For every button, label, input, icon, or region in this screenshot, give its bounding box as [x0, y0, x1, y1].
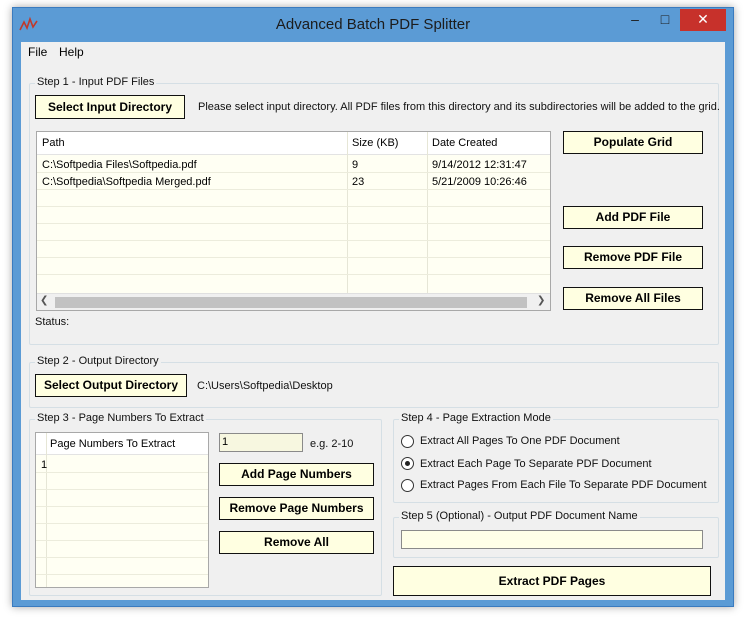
grid-header: Path Size (KB) Date Created	[37, 132, 550, 155]
page-number-value: 1	[41, 459, 48, 471]
grid-header: Page Numbers To Extract	[36, 433, 208, 455]
cell-path: C:\Softpedia\Softpedia Merged.pdf	[42, 176, 211, 188]
populate-grid-button[interactable]: Populate Grid	[563, 131, 703, 154]
column-header-size[interactable]: Size (KB)	[352, 137, 398, 149]
page-number-example: e.g. 2-10	[310, 438, 354, 450]
add-page-numbers-button[interactable]: Add Page Numbers	[219, 463, 374, 486]
cell-size: 9	[352, 159, 359, 171]
page-number-input[interactable]: 1	[219, 433, 303, 452]
input-directory-hint: Please select input directory. All PDF f…	[198, 101, 720, 113]
close-icon[interactable]: ✕	[680, 9, 726, 31]
radio-all-pages-one-doc[interactable]	[401, 435, 414, 448]
remove-all-files-button[interactable]: Remove All Files	[563, 287, 703, 310]
step5-title: Step 5 (Optional) - Output PDF Document …	[399, 510, 640, 522]
minimize-icon[interactable]: –	[620, 9, 650, 31]
select-input-directory-button[interactable]: Select Input Directory	[35, 95, 185, 119]
radio-each-file-separate[interactable]	[401, 479, 414, 492]
cell-date: 9/14/2012 12:31:47	[432, 159, 527, 171]
option-each-page-separate[interactable]: Extract Each Page To Separate PDF Docume…	[420, 458, 652, 470]
grid-horizontal-scrollbar[interactable]: ❮ ❯	[37, 293, 550, 310]
step1-title: Step 1 - Input PDF Files	[35, 76, 157, 88]
option-each-file-separate[interactable]: Extract Pages From Each File To Separate…	[420, 479, 707, 491]
page-numbers-grid[interactable]: Page Numbers To Extract 1	[35, 432, 209, 588]
column-header-page-numbers[interactable]: Page Numbers To Extract	[50, 438, 175, 450]
select-output-directory-button[interactable]: Select Output Directory	[35, 374, 187, 397]
app-window: Advanced Batch PDF Splitter – □ ✕ File H…	[12, 7, 734, 607]
scroll-thumb[interactable]	[55, 297, 527, 308]
cell-date: 5/21/2009 10:26:46	[432, 176, 527, 188]
remove-all-pages-button[interactable]: Remove All	[219, 531, 374, 554]
scroll-right-icon[interactable]: ❯	[537, 295, 545, 306]
cell-path: C:\Softpedia Files\Softpedia.pdf	[42, 159, 197, 171]
scroll-left-icon[interactable]: ❮	[40, 295, 48, 306]
output-document-name-input[interactable]	[401, 530, 703, 549]
status-label: Status:	[35, 316, 70, 328]
client-area: File Help Step 1 - Input PDF Files Selec…	[21, 42, 725, 600]
menu-help[interactable]: Help	[59, 45, 84, 59]
cell-size: 23	[352, 176, 365, 188]
step2-title: Step 2 - Output Directory	[35, 355, 161, 367]
step4-title: Step 4 - Page Extraction Mode	[399, 412, 553, 424]
output-directory-path: C:\Users\Softpedia\Desktop	[197, 380, 333, 392]
option-all-pages-one-doc[interactable]: Extract All Pages To One PDF Document	[420, 435, 620, 447]
column-header-date[interactable]: Date Created	[432, 137, 497, 149]
column-header-path[interactable]: Path	[42, 137, 65, 149]
menu-bar: File Help	[21, 42, 725, 62]
extract-pdf-pages-button[interactable]: Extract PDF Pages	[393, 566, 711, 596]
remove-pdf-file-button[interactable]: Remove PDF File	[563, 246, 703, 269]
step3-title: Step 3 - Page Numbers To Extract	[35, 412, 206, 424]
maximize-icon[interactable]: □	[650, 9, 680, 31]
input-files-grid[interactable]: Path Size (KB) Date Created C:\Softpedia…	[36, 131, 551, 311]
title-bar[interactable]: Advanced Batch PDF Splitter – □ ✕	[13, 8, 733, 42]
add-pdf-file-button[interactable]: Add PDF File	[563, 206, 703, 229]
remove-page-numbers-button[interactable]: Remove Page Numbers	[219, 497, 374, 520]
menu-file[interactable]: File	[28, 45, 47, 59]
radio-each-page-separate[interactable]	[401, 457, 414, 470]
